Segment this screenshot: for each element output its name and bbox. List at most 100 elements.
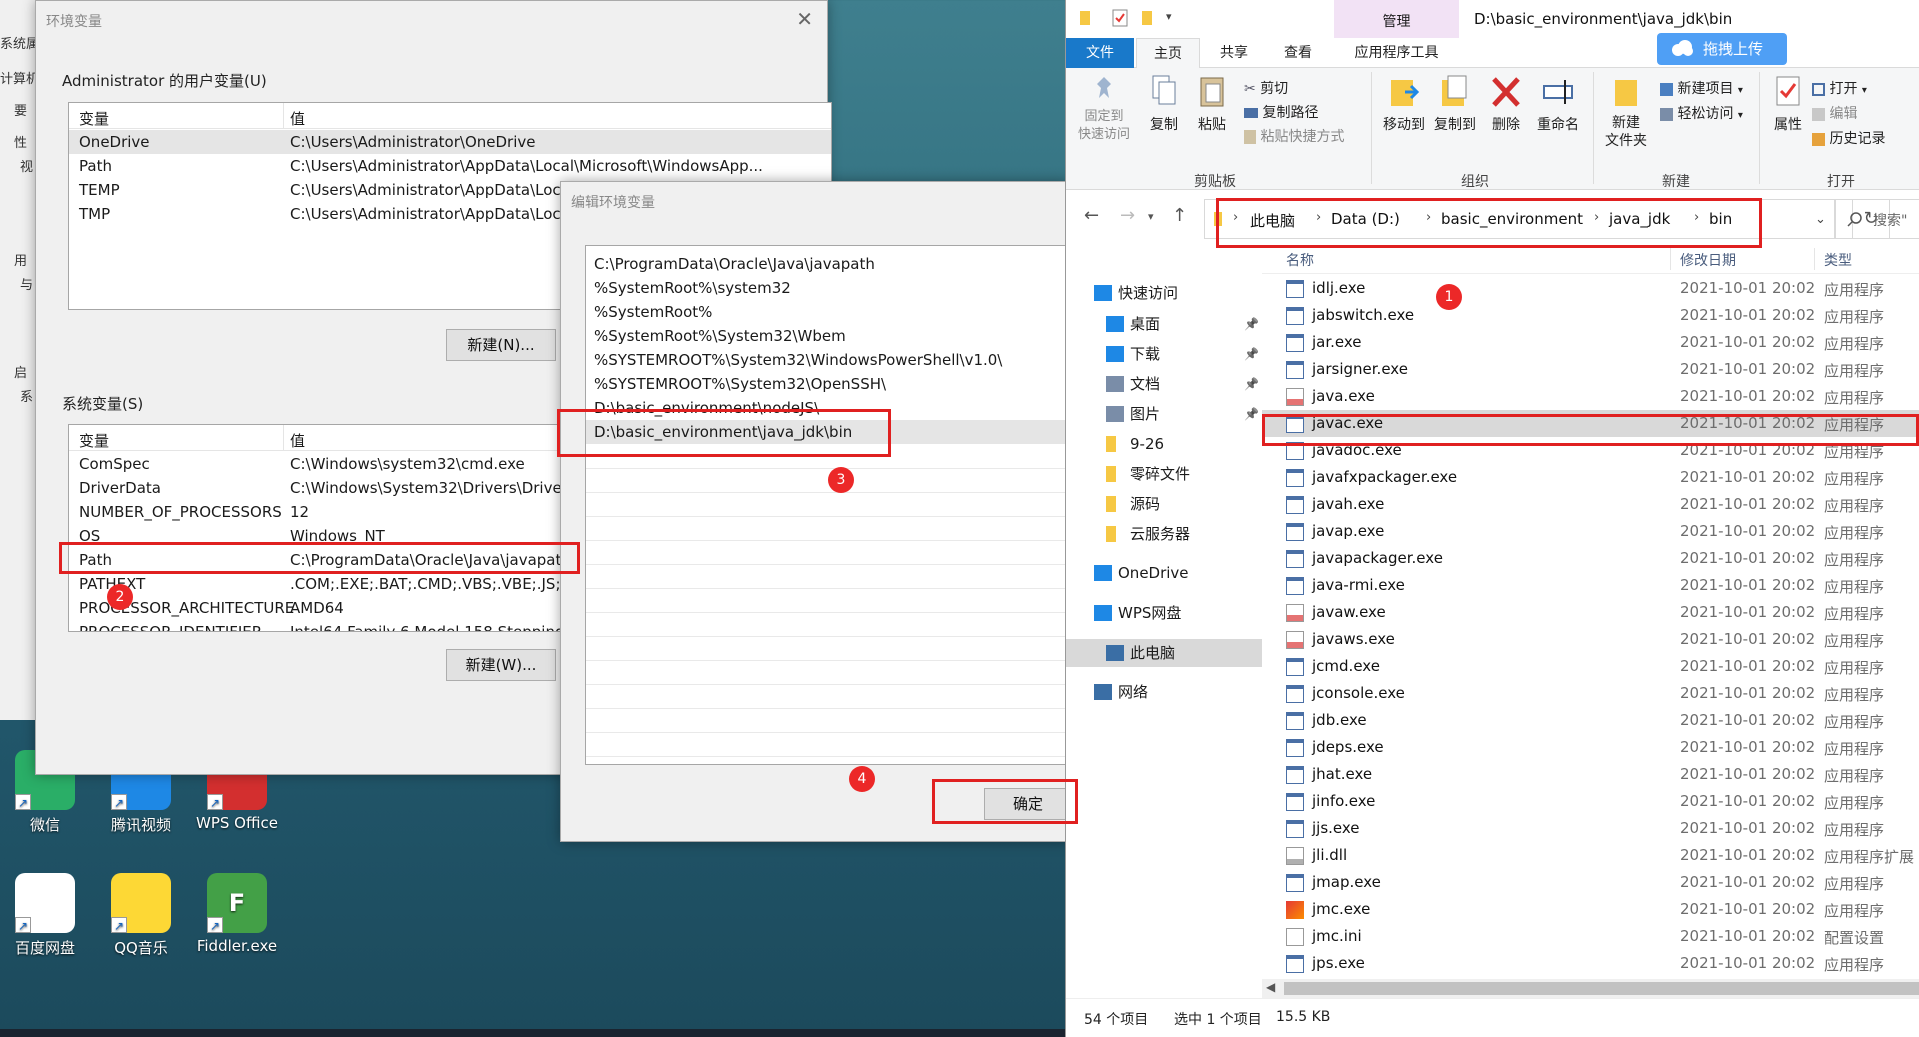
file-row[interactable]: jmc.ini 2021-10-01 20:02 配置设置 (1262, 923, 1919, 950)
new-folder-icon[interactable] (1140, 9, 1156, 27)
file-row[interactable]: javapackager.exe 2021-10-01 20:02 应用程序 (1262, 545, 1919, 572)
nav-item[interactable]: 此电脑 (1066, 639, 1262, 667)
file-row[interactable]: jcmd.exe 2021-10-01 20:02 应用程序 (1262, 653, 1919, 680)
close-icon[interactable]: ✕ (796, 7, 813, 31)
file-row[interactable]: jinfo.exe 2021-10-01 20:02 应用程序 (1262, 788, 1919, 815)
cut-button[interactable]: ✂ 剪切 (1244, 78, 1288, 98)
file-row[interactable]: java-rmi.exe 2021-10-01 20:02 应用程序 (1262, 572, 1919, 599)
move-to-button[interactable]: 移动到 (1379, 74, 1429, 134)
file-row[interactable]: jconsole.exe 2021-10-01 20:02 应用程序 (1262, 680, 1919, 707)
file-row[interactable]: jhat.exe 2021-10-01 20:02 应用程序 (1262, 761, 1919, 788)
file-row[interactable]: jjs.exe 2021-10-01 20:02 应用程序 (1262, 815, 1919, 842)
nav-item[interactable]: 云服务器 (1066, 520, 1262, 548)
column-header-type[interactable]: 类型 (1824, 250, 1852, 270)
copy-to-button[interactable]: 复制到 (1430, 74, 1480, 134)
forward-arrow-icon[interactable]: → (1120, 205, 1135, 226)
file-row[interactable]: jli.dll 2021-10-01 20:02 应用程序扩展 (1262, 842, 1919, 869)
pin-icon[interactable]: 📌 (1244, 370, 1259, 398)
nav-item[interactable]: 下载 📌 (1066, 340, 1262, 368)
system-new-button[interactable]: 新建(W)... (446, 649, 556, 681)
chevron-down-icon[interactable]: ▾ (1148, 210, 1154, 223)
file-row[interactable]: javaw.exe 2021-10-01 20:02 应用程序 (1262, 599, 1919, 626)
column-header-variable[interactable]: 变量 (79, 430, 109, 451)
paste-shortcut-button[interactable]: 粘贴快捷方式 (1244, 126, 1344, 146)
file-row[interactable]: java.exe 2021-10-01 20:02 应用程序 (1262, 383, 1919, 410)
properties-button[interactable]: 属性 (1766, 74, 1810, 134)
nav-item[interactable]: 桌面 📌 (1066, 310, 1262, 338)
path-entries-list[interactable]: C:\ProgramData\Oracle\Java\javapath %Syst… (585, 245, 1071, 765)
nav-item[interactable]: 文档 📌 (1066, 370, 1262, 398)
file-row[interactable]: jmc.exe 2021-10-01 20:02 应用程序 (1262, 896, 1919, 923)
column-header-variable[interactable]: 变量 (79, 108, 109, 129)
search-input[interactable]: 搜索" (1834, 199, 1919, 239)
tab-share[interactable]: 共享 (1202, 38, 1266, 68)
file-row[interactable]: jps.exe 2021-10-01 20:02 应用程序 (1262, 950, 1919, 977)
nav-item[interactable]: WPS网盘 (1066, 599, 1262, 627)
column-header-name[interactable]: 名称 (1286, 250, 1314, 270)
file-row[interactable]: jdeps.exe 2021-10-01 20:02 应用程序 (1262, 734, 1919, 761)
chevron-down-icon[interactable]: ▾ (1166, 10, 1172, 23)
path-entry[interactable]: %SystemRoot%\System32\Wbem (586, 324, 1071, 348)
new-folder-button[interactable]: 新建 文件夹 (1600, 74, 1652, 150)
tab-application-tools[interactable]: 应用程序工具 (1334, 38, 1459, 68)
copy-button[interactable]: 复制 (1142, 74, 1186, 134)
nav-item[interactable]: 源码 (1066, 490, 1262, 518)
file-list[interactable]: 名称 修改日期 类型 idlj.exe 2021-10-01 20:02 应用程序 j… (1262, 244, 1919, 979)
file-row[interactable]: jar.exe 2021-10-01 20:02 应用程序 (1262, 329, 1919, 356)
column-header-date[interactable]: 修改日期 (1680, 250, 1736, 270)
manage-tab[interactable]: 管理 (1334, 0, 1459, 38)
column-header-value[interactable]: 值 (290, 430, 305, 451)
pin-icon[interactable]: 📌 (1244, 400, 1259, 428)
path-entry[interactable]: %SystemRoot% (586, 300, 1071, 324)
desktop-shortcut[interactable]: F ↗ Fiddler.exe (192, 873, 282, 955)
file-row[interactable]: javah.exe 2021-10-01 20:02 应用程序 (1262, 491, 1919, 518)
back-arrow-icon[interactable]: ← (1084, 205, 1099, 226)
file-row[interactable]: javaws.exe 2021-10-01 20:02 应用程序 (1262, 626, 1919, 653)
history-button[interactable]: 历史记录 (1812, 128, 1885, 148)
pin-icon[interactable]: 📌 (1244, 310, 1259, 338)
tab-file[interactable]: 文件 (1066, 38, 1134, 68)
variable-row[interactable]: Path C:\Users\Administrator\AppData\Local… (69, 154, 831, 178)
open-button[interactable]: 打开 ▾ (1812, 78, 1867, 98)
tab-home[interactable]: 主页 (1136, 38, 1200, 69)
path-entry[interactable]: %SystemRoot%\system32 (586, 276, 1071, 300)
copy-path-button[interactable]: 复制路径 (1244, 102, 1318, 122)
user-new-button[interactable]: 新建(N)... (446, 329, 556, 361)
easy-access-button[interactable]: 轻松访问 ▾ (1660, 103, 1743, 123)
pin-icon[interactable]: 📌 (1244, 340, 1259, 368)
nav-item[interactable]: 网络 (1066, 678, 1262, 706)
file-row[interactable]: javap.exe 2021-10-01 20:02 应用程序 (1262, 518, 1919, 545)
drag-upload-button[interactable]: 拖拽上传 (1657, 33, 1787, 65)
desktop-shortcut[interactable]: ↗ QQ音乐 (96, 873, 186, 958)
tab-view[interactable]: 查看 (1266, 38, 1330, 68)
delete-button[interactable]: 删除 (1484, 74, 1528, 134)
paste-button[interactable]: 粘贴 (1190, 74, 1234, 134)
path-entry[interactable]: %SYSTEMROOT%\System32\OpenSSH\ (586, 372, 1071, 396)
file-row[interactable]: jdb.exe 2021-10-01 20:02 应用程序 (1262, 707, 1919, 734)
file-row[interactable]: jarsigner.exe 2021-10-01 20:02 应用程序 (1262, 356, 1919, 383)
properties-icon[interactable] (1112, 9, 1128, 27)
scroll-left-icon[interactable]: ◀ (1266, 980, 1275, 994)
variable-row[interactable]: OneDrive C:\Users\Administrator\OneDrive (69, 130, 831, 154)
nav-item[interactable]: 9-26 (1066, 430, 1262, 458)
column-header-value[interactable]: 值 (290, 108, 305, 129)
horizontal-scrollbar[interactable]: ◀ (1262, 979, 1919, 998)
pin-quick-access-button[interactable]: 固定到 快速访问 (1074, 74, 1134, 144)
up-arrow-icon[interactable]: ↑ (1172, 205, 1187, 226)
edit-button[interactable]: 编辑 (1812, 103, 1857, 123)
nav-item[interactable]: OneDrive (1066, 559, 1262, 587)
nav-item[interactable]: 零碎文件 (1066, 460, 1262, 488)
chevron-down-icon[interactable]: ⌄ (1815, 212, 1826, 227)
path-entry[interactable]: C:\ProgramData\Oracle\Java\javapath (586, 252, 1071, 276)
file-row[interactable]: jmap.exe 2021-10-01 20:02 应用程序 (1262, 869, 1919, 896)
scrollbar-thumb[interactable] (1284, 982, 1919, 995)
nav-item[interactable]: 快速访问 (1066, 279, 1262, 307)
desktop-shortcut[interactable]: ↗ 百度网盘 (0, 873, 90, 958)
nav-item[interactable]: 图片 📌 (1066, 400, 1262, 428)
file-row[interactable]: jabswitch.exe 2021-10-01 20:02 应用程序 (1262, 302, 1919, 329)
file-row[interactable]: javafxpackager.exe 2021-10-01 20:02 应用程序 (1262, 464, 1919, 491)
path-entry[interactable]: %SYSTEMROOT%\System32\WindowsPowerShell\… (586, 348, 1071, 372)
file-row[interactable]: idlj.exe 2021-10-01 20:02 应用程序 (1262, 275, 1919, 302)
new-item-button[interactable]: 新建项目 ▾ (1660, 78, 1743, 98)
rename-button[interactable]: 重命名 (1531, 74, 1585, 134)
